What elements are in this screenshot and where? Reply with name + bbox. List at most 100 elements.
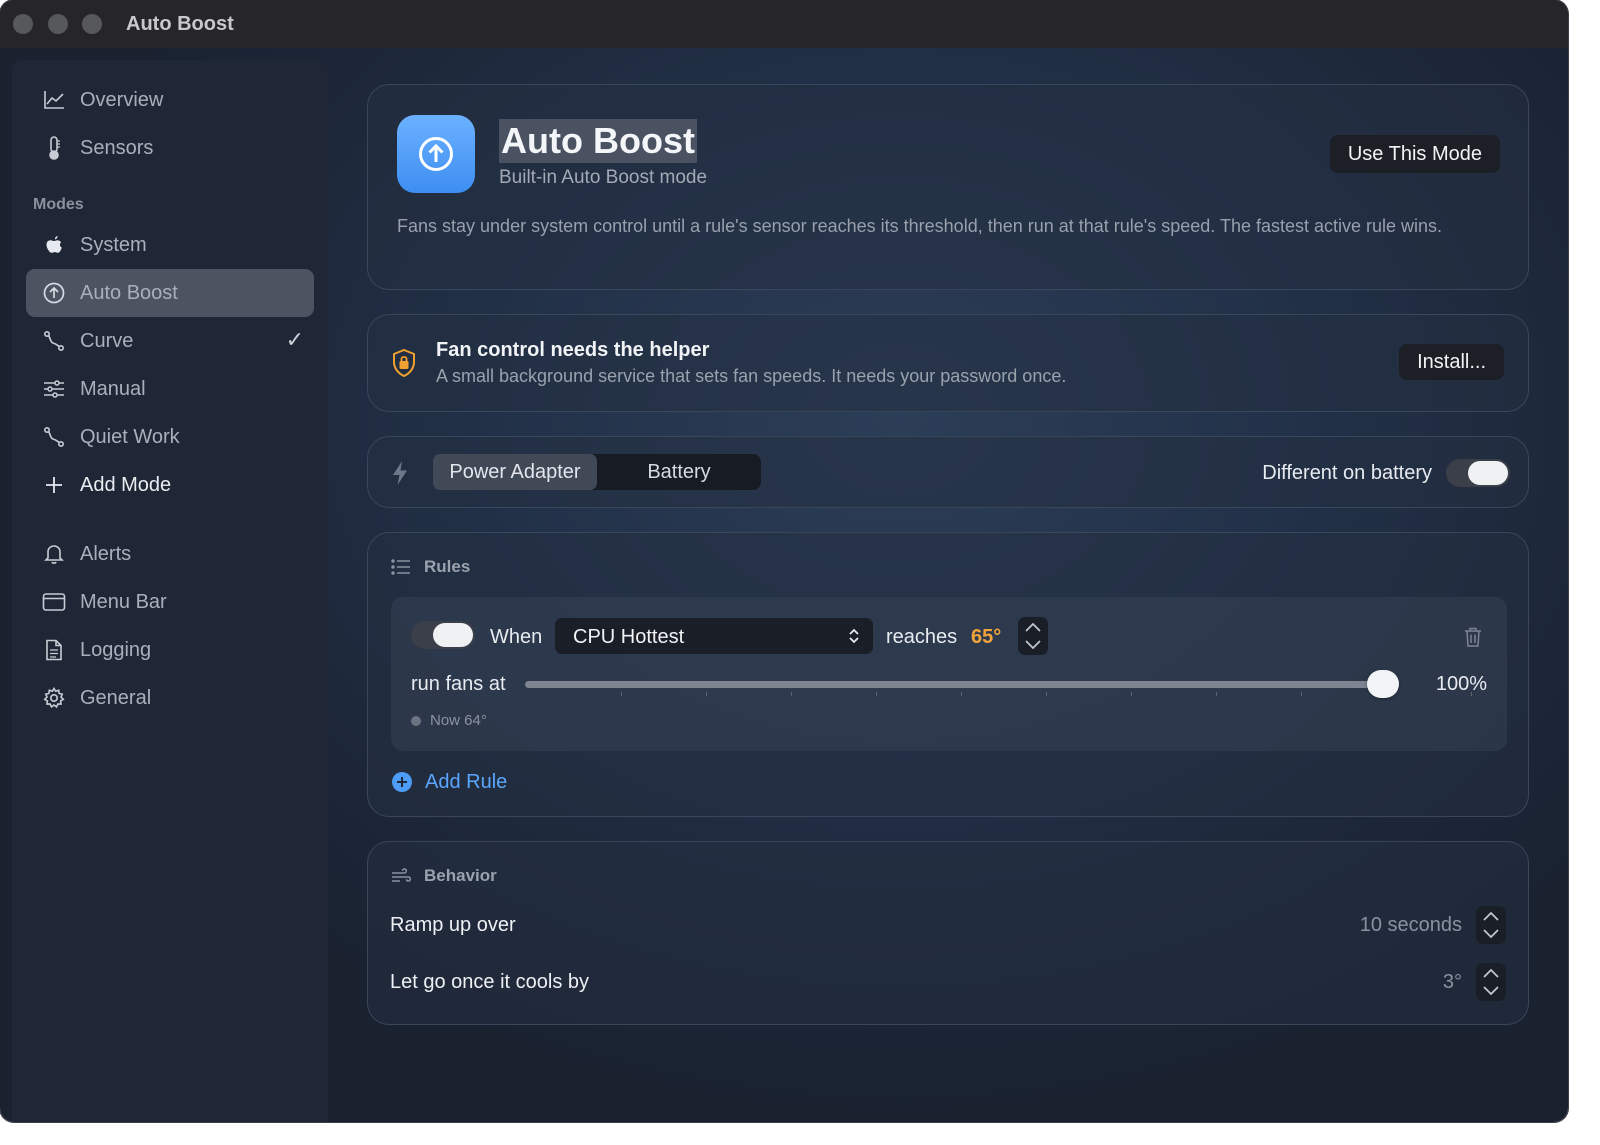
current-temperature: Now 64° [430,712,487,729]
sidebar-item-auto-boost[interactable]: Auto Boost [26,269,314,317]
slider-tick [706,692,707,696]
bell-icon [42,542,66,566]
sidebar-item-label: Auto Boost [80,282,178,304]
sidebar-item-label: Quiet Work [80,426,180,448]
page-title[interactable]: Auto Boost [499,119,697,163]
curve-icon [42,329,66,353]
modes-section-heading: Modes [33,196,84,213]
apple-icon [42,233,66,257]
sidebar-item-label: Manual [80,378,146,400]
cool-down-label: Let go once it cools by [390,971,590,993]
arrow-up-circle-icon [42,281,66,305]
minimize-window-button[interactable] [48,14,68,34]
lock-shield-icon [391,348,417,378]
wind-icon [390,867,412,885]
sidebar-item-logging[interactable]: Logging [26,626,314,674]
status-dot [411,716,421,726]
segment-battery[interactable]: Battery [597,454,761,490]
threshold-stepper[interactable] [1018,617,1048,655]
use-this-mode-button[interactable]: Use This Mode [1329,135,1500,173]
window-icon [42,590,66,614]
sidebar-item-add-mode[interactable]: Add Mode [26,461,314,509]
power-source-segmented-control: Power Adapter Battery [433,454,761,490]
sidebar-item-label: Curve [80,330,134,352]
sidebar-item-system[interactable]: System [26,221,314,269]
sidebar-item-general[interactable]: General [26,674,314,722]
run-fans-label: run fans at [411,673,506,695]
rules-card: Rules When CPU Hottest reaches 65° run f… [367,532,1529,817]
zoom-window-button[interactable] [82,14,102,34]
sidebar-item-manual[interactable]: Manual [26,365,314,413]
sidebar-item-label: System [80,234,147,256]
document-icon [42,638,66,662]
sidebar-item-overview[interactable]: Overview [26,76,314,124]
chevron-up-down-icon [847,627,861,645]
trash-icon[interactable] [1463,626,1483,648]
sidebar-item-label: Menu Bar [80,591,167,613]
sidebar-item-curve[interactable]: Curve ✓ [26,317,314,365]
rule-reaches-label: reaches [886,626,958,648]
mode-description: Fans stay under system control until a r… [397,216,1443,236]
rules-heading: Rules [424,557,471,576]
bolt-icon [390,460,410,486]
segment-power-adapter[interactable]: Power Adapter [433,454,597,490]
toggle-knob [433,623,473,647]
page-subtitle: Built-in Auto Boost mode [499,167,708,188]
sidebar-item-quiet-work[interactable]: Quiet Work [26,413,314,461]
sidebar-item-label: General [80,687,152,709]
sidebar-item-menu-bar[interactable]: Menu Bar [26,578,314,626]
behavior-heading: Behavior [424,866,497,885]
different-on-battery-label: Different on battery [1262,462,1432,484]
install-helper-button[interactable]: Install... [1399,344,1504,380]
slider-tick [1131,692,1132,696]
power-source-card: Power Adapter Battery Different on batte… [367,436,1529,508]
add-rule-button[interactable]: Add Rule [425,771,507,794]
list-icon [391,559,411,575]
slider-tick [621,692,622,696]
fan-speed-slider-track[interactable] [525,681,1391,688]
fan-speed-value: 100% [1435,673,1487,695]
sidebar-item-sensors[interactable]: Sensors [26,124,314,172]
slider-tick [876,692,877,696]
mode-header-card: Auto Boost Built-in Auto Boost mode Use … [367,84,1529,290]
cool-down-value: 3° [1442,971,1462,993]
plus-circle-icon[interactable] [391,771,413,793]
fan-speed-slider-knob[interactable] [1367,670,1399,698]
sensor-select[interactable]: CPU Hottest [555,618,873,654]
rule-item: When CPU Hottest reaches 65° run fans at… [391,597,1507,751]
slider-tick [1046,692,1047,696]
auto-boost-app-icon [397,115,475,193]
sidebar-item-label: Overview [80,89,164,111]
window-title: Auto Boost [126,13,234,35]
thermometer-icon [42,136,66,160]
threshold-value: 65° [971,626,1002,648]
sidebar-item-label: Add Mode [80,474,172,496]
different-on-battery-toggle[interactable] [1446,459,1510,487]
ramp-up-stepper[interactable] [1476,906,1506,944]
sidebar: Overview Sensors Modes System Auto Boost [12,60,328,1122]
close-window-button[interactable] [13,14,33,34]
slider-tick [1216,692,1217,696]
rule-when-label: When [490,626,543,648]
gear-icon [42,686,66,710]
title-bar: Auto Boost [0,0,1568,48]
cool-down-stepper[interactable] [1476,963,1506,1001]
helper-install-card: Fan control needs the helper A small bac… [367,314,1529,412]
rule-enabled-toggle[interactable] [411,621,475,649]
curve-icon [42,425,66,449]
app-window: Auto Boost Overview Sensors Modes System [0,0,1568,1122]
slider-tick [791,692,792,696]
sliders-icon [42,377,66,401]
chart-line-icon [42,88,66,112]
sidebar-item-label: Sensors [80,137,154,159]
behavior-card: Behavior Ramp up over 10 seconds Let go … [367,841,1529,1025]
ramp-up-value: 10 seconds [1359,914,1462,936]
sidebar-item-label: Alerts [80,543,132,565]
slider-tick [1301,692,1302,696]
checkmark-icon: ✓ [285,327,304,352]
sidebar-item-alerts[interactable]: Alerts [26,530,314,578]
sidebar-item-label: Logging [80,639,152,661]
ramp-up-label: Ramp up over [390,914,516,936]
plus-icon [42,473,66,497]
sensor-select-value: CPU Hottest [573,626,685,648]
